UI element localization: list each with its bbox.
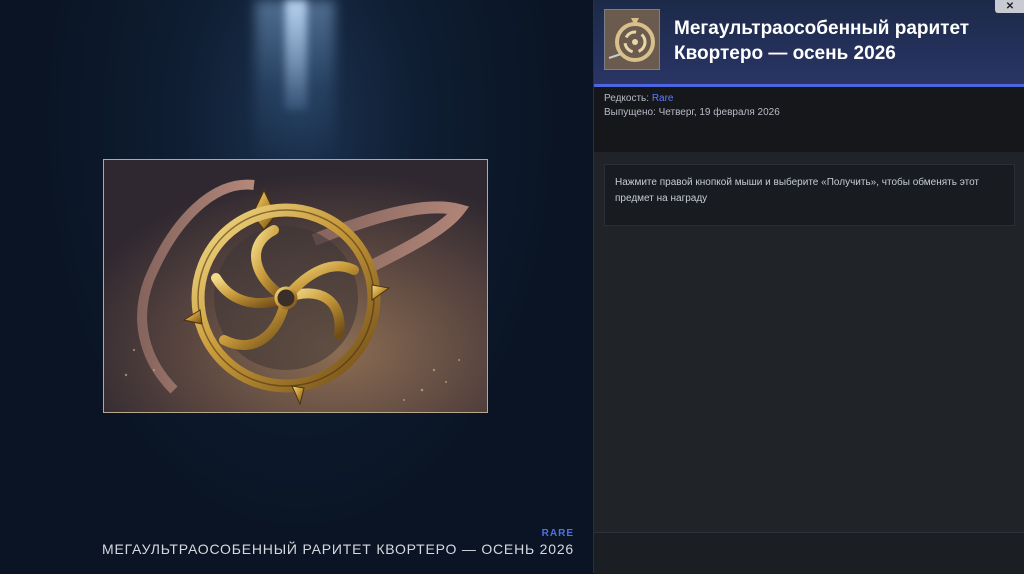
release-row: Выпущено: Четверг, 19 февраля 2026: [604, 107, 780, 118]
pendant-thumbnail-icon: [604, 9, 660, 70]
rarity-label: Редкость:: [604, 93, 650, 104]
released-label: Выпущено:: [604, 107, 656, 118]
details-footer: [594, 532, 1024, 574]
item-caption: RARE МЕГАУЛЬТРАОСОБЕННЫЙ РАРИТЕТ КВОРТЕР…: [102, 528, 574, 557]
item-showcase: RARE МЕГАУЛЬТРАОСОБЕННЫЙ РАРИТЕТ КВОРТЕР…: [0, 0, 593, 573]
item-name-caption: МЕГАУЛЬТРАОСОБЕННЫЙ РАРИТЕТ КВОРТЕРО — О…: [102, 541, 574, 557]
spotlight-core: [285, 0, 307, 110]
close-icon[interactable]: ✕: [995, 0, 1024, 13]
released-value: Четверг, 19 февраля 2026: [658, 107, 780, 118]
details-header: Мегаультраособенный раритет Квортеро — о…: [594, 0, 1024, 84]
item-description: Нажмите правой кнопкой мыши и выберите «…: [604, 164, 1015, 226]
rarity-row: Редкость: Rare: [604, 93, 674, 104]
rarity-tag: RARE: [541, 528, 574, 539]
item-meta: Редкость: Rare Выпущено: Четверг, 19 фев…: [594, 87, 1024, 152]
item-details-panel: Мегаультраособенный раритет Квортеро — о…: [593, 0, 1024, 574]
item-image: [103, 159, 488, 413]
item-title: Мегаультраособенный раритет Квортеро — о…: [674, 18, 970, 64]
golden-pendant-image: [104, 160, 487, 412]
rarity-value: Rare: [651, 93, 674, 104]
details-content: Нажмите правой кнопкой мыши и выберите «…: [594, 152, 1024, 532]
